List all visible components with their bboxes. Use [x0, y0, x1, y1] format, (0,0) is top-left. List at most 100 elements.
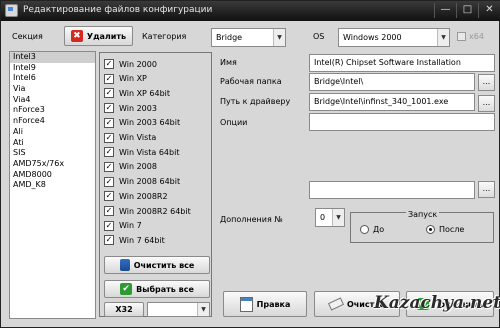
- checkbox[interactable]: ✓: [104, 161, 114, 172]
- os-checkbox-row[interactable]: ✓ Win 2003 64bit: [104, 116, 180, 130]
- os-checkbox-row[interactable]: ✓ Win Vista: [104, 131, 156, 145]
- chevron-down-icon[interactable]: ▼: [332, 209, 344, 226]
- os-checkbox-row[interactable]: ✓ Win XP: [104, 72, 147, 86]
- checkbox[interactable]: ✓: [104, 59, 114, 69]
- section-label: Секция: [12, 32, 43, 41]
- name-field[interactable]: Intel(R) Chipset Software Installation: [309, 54, 495, 72]
- checkbox[interactable]: ✓: [104, 191, 114, 202]
- eraser-icon: [327, 297, 344, 311]
- x32-button[interactable]: X32: [104, 302, 144, 317]
- category-select[interactable]: Bridge ▼: [211, 28, 286, 47]
- os-select[interactable]: Windows 2000 ▼: [338, 28, 450, 47]
- select-all-label: Выбрать все: [136, 284, 194, 294]
- list-item[interactable]: AMD_K8: [10, 180, 95, 191]
- window-title: Редактирование файлов конфигурации: [23, 5, 213, 15]
- list-item[interactable]: SIS: [10, 148, 95, 159]
- workdir-browse-button[interactable]: ...: [478, 74, 495, 91]
- checkbox[interactable]: ✓: [104, 73, 114, 84]
- driver-label: Путь к драйверу: [220, 97, 291, 106]
- checkmark-icon: ✔: [120, 283, 133, 295]
- checkbox[interactable]: ✓: [104, 235, 114, 246]
- maximize-button[interactable]: □: [456, 3, 478, 18]
- x32-select[interactable]: ▼: [147, 302, 210, 317]
- os-checkbox-row[interactable]: ✓ Win 2003: [104, 101, 157, 115]
- checkbox[interactable]: ✓: [104, 132, 114, 143]
- os-checkbox-label: Win XP 64bit: [119, 88, 171, 98]
- list-item[interactable]: Via: [10, 84, 95, 95]
- os-checkbox-label: Win 2003: [119, 103, 157, 113]
- checkbox[interactable]: ✓: [104, 220, 114, 231]
- list-item[interactable]: Via4: [10, 95, 95, 106]
- os-checkbox-row[interactable]: ✓ Win 2008: [104, 160, 157, 174]
- list-item[interactable]: nForce4: [10, 116, 95, 127]
- os-checkbox-label: Win Vista: [119, 133, 157, 142]
- chevron-down-icon[interactable]: ▼: [273, 29, 285, 46]
- addon-label: Дополнения №: [220, 215, 283, 224]
- options-label: Опции: [220, 118, 248, 127]
- os-checkbox-label: Win 2000: [119, 59, 157, 69]
- os-checkbox-row[interactable]: ✓ Win 7 64bit: [104, 233, 165, 247]
- os-checkbox-row[interactable]: ✓ Win 7: [104, 219, 142, 233]
- category-value: Bridge: [216, 33, 243, 42]
- edit-button-label: Правка: [256, 299, 291, 309]
- os-checkbox-row[interactable]: ✓ Win 2008 64bit: [104, 175, 180, 189]
- os-checkbox-row[interactable]: ✓ Win 2008R2: [104, 189, 168, 203]
- list-item[interactable]: nForce3: [10, 105, 95, 116]
- checkbox[interactable]: ✓: [104, 176, 114, 187]
- checkbox[interactable]: ✓: [104, 206, 114, 216]
- clear-all-button[interactable]: Очистить все: [104, 256, 210, 274]
- list-item[interactable]: Intel6: [10, 73, 95, 84]
- delete-button-label: Удалить: [86, 31, 127, 41]
- launch-before-option[interactable]: До: [360, 225, 384, 234]
- launch-before-label: До: [373, 225, 385, 234]
- list-item[interactable]: Ali: [10, 127, 95, 138]
- x64-checkbox[interactable]: [457, 32, 466, 41]
- addon-select[interactable]: 0 ▼: [315, 208, 345, 227]
- os-checkbox-row[interactable]: ✓ Win 2008R2 64bit: [104, 204, 191, 218]
- options-field[interactable]: [309, 113, 495, 131]
- config-editor-window: Редактирование файлов конфигурации — □ ✕…: [0, 0, 500, 328]
- minimize-button[interactable]: —: [434, 3, 456, 18]
- notepad-icon: [239, 296, 253, 312]
- select-all-button[interactable]: ✔ Выбрать все: [104, 280, 210, 298]
- launch-after-option[interactable]: После: [426, 225, 464, 234]
- os-checkbox-row[interactable]: ✓ Win XP 64bit: [104, 86, 170, 100]
- radio-before[interactable]: [360, 225, 369, 234]
- addon-value: 0: [320, 213, 326, 222]
- workdir-label: Рабочая папка: [220, 77, 282, 86]
- os-checkbox-label: Win 2008: [119, 162, 157, 172]
- os-checkbox-row[interactable]: ✓ Win Vista 64bit: [104, 145, 179, 159]
- checkbox[interactable]: ✓: [104, 103, 114, 114]
- os-checkbox-label: Win 2003 64bit: [119, 118, 181, 128]
- chevron-down-icon[interactable]: ▼: [197, 303, 209, 316]
- checkbox[interactable]: ✓: [104, 147, 114, 158]
- os-value: Windows 2000: [343, 33, 402, 42]
- chevron-down-icon[interactable]: ▼: [437, 29, 449, 46]
- os-checkbox-row[interactable]: ✓ Win 2000: [104, 57, 157, 71]
- checkbox[interactable]: ✓: [104, 88, 114, 99]
- driver-browse-button[interactable]: ...: [478, 95, 495, 112]
- list-item[interactable]: Ati: [10, 138, 95, 149]
- os-checkbox-group: Очистить все ✔ Выбрать все X32 ▼ ✓ Win 20…: [99, 52, 212, 317]
- checkbox[interactable]: ✓: [104, 117, 114, 128]
- os-checkbox-label: Win Vista 64bit: [119, 147, 180, 157]
- edit-button[interactable]: Правка: [223, 291, 307, 317]
- section-list[interactable]: Intel3 Intel9 Intel6 Via Via4 nForce3 nForce4 A…: [9, 51, 96, 319]
- list-item[interactable]: Intel9: [10, 63, 95, 74]
- os-checkbox-label: Win 2008 64bit: [119, 177, 181, 187]
- delete-icon: ✖: [70, 30, 83, 42]
- extra-field[interactable]: [309, 181, 475, 199]
- radio-after[interactable]: [426, 225, 435, 234]
- list-item[interactable]: Intel3: [10, 52, 95, 63]
- workdir-field[interactable]: Bridge\Intel\: [309, 73, 475, 91]
- close-button[interactable]: ✕: [478, 3, 500, 18]
- list-item[interactable]: AMD8000: [10, 170, 95, 181]
- watermark-logo: Kazachya.net: [374, 293, 500, 313]
- extra-browse-button[interactable]: ...: [478, 181, 495, 198]
- os-label: OS: [313, 32, 325, 41]
- delete-button[interactable]: ✖ Удалить: [64, 26, 133, 46]
- clear-all-label: Очистить все: [133, 260, 195, 270]
- driver-field[interactable]: Bridge\Intel\infinst_340_1001.exe: [309, 93, 475, 111]
- os-checkbox-label: Win 7 64bit: [119, 235, 165, 245]
- list-item[interactable]: AMD75x/76x: [10, 159, 95, 170]
